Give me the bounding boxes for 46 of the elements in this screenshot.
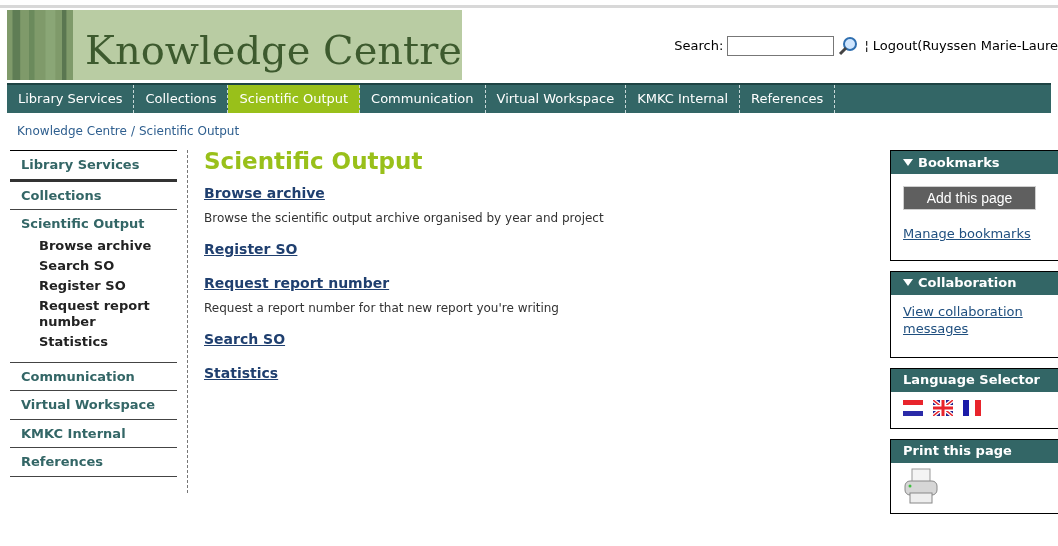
section-description: Request a report number for that new report you're writing — [204, 300, 560, 317]
section-link[interactable]: Browse archive — [204, 185, 325, 201]
add-page-button[interactable]: Add this page — [903, 186, 1036, 210]
sidebar-item[interactable]: References — [10, 448, 177, 476]
section-description: Browse the scientific output archive organised by year and project — [204, 210, 605, 227]
sidebar-item[interactable]: Scientific Output — [10, 210, 177, 238]
collapse-triangle-icon[interactable] — [903, 279, 913, 287]
collaboration-messages-link[interactable]: View collaboration messages — [903, 302, 1033, 337]
section-link[interactable]: Request report number — [204, 275, 390, 291]
panel-title: Bookmarks — [918, 153, 1000, 172]
sidebar-item[interactable]: Virtual Workspace — [10, 391, 177, 419]
breadcrumb-separator: / — [130, 123, 135, 140]
sidebar-subitem[interactable]: Statistics — [39, 333, 169, 350]
sidebar-subitem[interactable]: Browse archive — [39, 237, 169, 254]
nav-tab[interactable]: Library Services — [7, 85, 135, 113]
sidebar-item[interactable]: Communication — [10, 362, 177, 390]
dutch-flag-icon[interactable] — [903, 399, 923, 416]
collapse-triangle-icon[interactable] — [903, 158, 913, 167]
section-link[interactable]: Search SO — [204, 331, 286, 347]
nav-tab[interactable]: KMKC Internal — [626, 85, 741, 113]
logout-link[interactable]: Logout(Ruyssen Marie-Laure — [872, 36, 1058, 56]
sidebar-item[interactable]: KMKC Internal — [10, 419, 177, 447]
nav-tab[interactable]: Virtual Workspace — [485, 85, 627, 113]
manage-bookmarks-link[interactable]: Manage bookmarks — [903, 224, 1031, 244]
breadcrumb-link[interactable]: Scientific Output — [138, 122, 240, 140]
panel-title: Print this page — [903, 442, 1012, 461]
panel-title: Language Selector — [903, 371, 1040, 390]
logo-text[interactable]: Knowledge Centre — [73, 10, 462, 80]
search-icon[interactable] — [838, 36, 859, 56]
french-flag-icon[interactable] — [963, 399, 981, 416]
uk-flag-icon[interactable] — [933, 399, 953, 416]
separator-glyph: ¦ — [864, 37, 869, 56]
nav-tab[interactable]: Communication — [360, 85, 486, 113]
panel-title: Collaboration — [918, 274, 1017, 293]
search-label: Search: — [674, 37, 724, 56]
sidebar-item[interactable]: Collections — [10, 181, 177, 209]
section-link[interactable]: Statistics — [204, 365, 279, 381]
section-link[interactable]: Register SO — [204, 241, 298, 257]
breadcrumb-link[interactable]: Knowledge Centre — [17, 122, 127, 140]
page-title: Scientific Output — [204, 149, 424, 173]
sidebar-subitem[interactable]: Register SO — [39, 277, 169, 294]
search-field[interactable] — [727, 36, 835, 56]
sidebar-item[interactable]: Library Services — [10, 151, 177, 179]
sidebar-subitem[interactable]: Search SO — [39, 257, 169, 274]
sidebar-subitem[interactable]: Request report number — [39, 297, 169, 330]
nav-tab[interactable]: References — [740, 85, 836, 113]
